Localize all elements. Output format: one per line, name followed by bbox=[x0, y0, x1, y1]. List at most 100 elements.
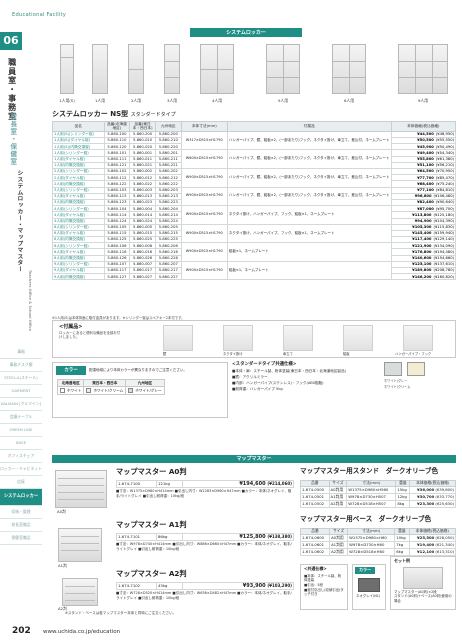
mapmaster-a1-notes: ■寸法：W978×D740×H414mm ■引出し内寸：W886×D660×H4… bbox=[116, 542, 292, 551]
price-tax: (¥21,340) bbox=[435, 541, 454, 547]
price-tax: (¥75,240) bbox=[435, 181, 454, 186]
color-heading: 配達地域により本体カラーが異なりますのでご注意ください。 bbox=[89, 368, 187, 372]
size-cell: W900×D515×H1790 bbox=[180, 223, 228, 244]
mapmaster-a1-title: マップマスター A1判 bbox=[116, 520, 187, 529]
side-nav-item[interactable]: 校長室備品 bbox=[0, 519, 42, 532]
top-strip: Educational Facility bbox=[0, 0, 462, 22]
product-price: ¥93,900 (¥103,290) bbox=[182, 582, 294, 590]
base-table-body: 1-674-0600 A0判用 W1375×D980×H60 10kg ¥25,500(… bbox=[299, 534, 457, 556]
side-nav-item[interactable]: 会議テーブル bbox=[0, 411, 42, 424]
code-cell: 5-860-213 bbox=[154, 192, 182, 200]
mapmaster-a2-notes: ■寸法：W728×D520×H414mm ■引出し内寸：W636×D482×H4… bbox=[116, 591, 292, 600]
gray-swatch bbox=[128, 388, 134, 394]
locker-image bbox=[332, 44, 366, 94]
code-cell: 5-860-005 bbox=[129, 223, 156, 231]
stand-title: マップマスター用スタンド ダークオリーブ色 bbox=[300, 467, 439, 475]
base-title: マップマスター用ベース ダークオリーブ色 bbox=[300, 515, 432, 523]
code-cell: 5-860-101 bbox=[103, 149, 131, 157]
code-cell: 5-860-014 bbox=[129, 211, 156, 219]
umbrella-stand-image bbox=[283, 325, 313, 351]
common-spec-line: ■鏡：アクリルミラー bbox=[232, 375, 268, 380]
price-value: ¥113,800 bbox=[412, 212, 432, 217]
price-tax: (¥104,390) bbox=[433, 218, 454, 223]
side-nav-item[interactable]: 保健室備品 bbox=[0, 532, 42, 545]
code-cell: 5-860-200 bbox=[129, 130, 156, 139]
model-title: システムロッカー NS型 スタンダードタイプ bbox=[52, 110, 176, 118]
side-nav-item[interactable]: 収納・整理 bbox=[0, 506, 42, 519]
base-table: 品番 サイズ 寸法(mm) 重量 本体価格(税込価格) 1-674-0600 A0… bbox=[299, 528, 457, 556]
side-nav-item[interactable]: GREEN LINE bbox=[0, 424, 42, 437]
locker-lineup: 1人用(S) 1人用 2人用 3人用 4人用 5人用 6人用 9人用 bbox=[52, 40, 456, 110]
side-nav-item[interactable]: BASE bbox=[0, 437, 42, 450]
side-nav-item-active[interactable]: システムロッカー bbox=[0, 489, 42, 506]
code-cell: 5-860-106 bbox=[103, 242, 131, 250]
price-value: ¥51,100 bbox=[417, 163, 434, 168]
base-wt-cell: 7kg bbox=[394, 541, 410, 549]
price-value: ¥121,900 bbox=[412, 243, 432, 248]
mapmaster-a0-label: A0判 bbox=[57, 509, 66, 514]
stand-code-cell: 1-674-0500 bbox=[300, 486, 330, 494]
price-tax: (¥125,180) bbox=[433, 212, 454, 217]
price-tax: (¥70,950) bbox=[435, 169, 454, 174]
code-cell: 5-860-126 bbox=[103, 254, 131, 262]
mapmaster-a2-title: マップマスター A2判 bbox=[116, 569, 187, 578]
side-nav-item[interactable]: GARMENT bbox=[0, 385, 42, 398]
price-value: ¥77,700 bbox=[417, 175, 434, 180]
price-cell: ¥146,200 (¥160,820) bbox=[390, 273, 457, 281]
accessory-caption: ネクタイ掛け bbox=[223, 352, 243, 356]
color-area-box: カラー 配達地域により本体カラーが異なりますのでご注意ください。 北海道地区 東… bbox=[52, 362, 228, 418]
accessory-cell: ネクタイ掛け、ハンガーパイプ、フック、銘板×1、ネームプレート bbox=[226, 223, 392, 244]
code-cell: 5-860-124 bbox=[103, 217, 131, 225]
code-cell: 5-860-115 bbox=[103, 229, 131, 238]
header-white-cream: 品番(東日本・西日本) bbox=[129, 121, 156, 132]
price-value: ¥140,600 bbox=[412, 256, 432, 260]
mirror-image bbox=[163, 325, 193, 351]
locker-table-body: 1人用(S)(シリンダー錠) 5-860-100 5-860-200 5-860-20… bbox=[52, 130, 457, 281]
footer-url[interactable]: www.uchida.co.jp/education bbox=[43, 629, 120, 636]
price-tax: (¥106,480) bbox=[433, 194, 454, 199]
mapmaster-a2-image bbox=[62, 578, 98, 606]
side-nav-item[interactable]: 事務 bbox=[0, 346, 42, 359]
header-size: 本体寸法(mm) bbox=[180, 121, 228, 132]
mapmaster-color-box: カラー ネオグレイ(N1) bbox=[352, 564, 386, 610]
price-tax: (¥56,210) bbox=[435, 163, 454, 168]
side-nav-item[interactable]: KALMAIN [クルマイン] bbox=[0, 398, 42, 411]
code-cell: 5-860-206 bbox=[154, 242, 182, 250]
chapter-number-tab[interactable]: 06 bbox=[0, 32, 22, 50]
accessory-cell: ネクタイ掛け、ハンガーパイプ、フック、銘板×1、ネームプレート bbox=[226, 205, 392, 225]
side-nav-item[interactable]: 応接 bbox=[0, 476, 42, 489]
code-cell: 5-860-203 bbox=[154, 186, 182, 194]
color-name: ホワイト/グレー bbox=[135, 388, 162, 393]
price-value: ¥68,400 bbox=[417, 181, 434, 186]
price-value: ¥146,200 bbox=[412, 274, 432, 279]
code-cell: 5-860-202 bbox=[154, 167, 182, 176]
stand-dim-cell: W728×D518×H507 bbox=[346, 500, 397, 508]
code-cell: 5-860-217 bbox=[154, 266, 182, 275]
base-size-cell: A0判用 bbox=[329, 534, 349, 542]
side-nav-item[interactable]: STEEL-A(スチール) bbox=[0, 372, 42, 385]
product-price: ¥194,600 (¥214,060) bbox=[182, 480, 294, 488]
stand-price-cell: ¥30,700(¥33,770) bbox=[409, 493, 456, 501]
price-value: ¥96,800 bbox=[414, 194, 432, 199]
price-tax: (¥138,380) bbox=[267, 534, 292, 539]
mapmaster-a0-image bbox=[55, 470, 107, 508]
section-title: システムロッカー・マップマスター bbox=[15, 170, 22, 273]
code-cell: 5-860-112 bbox=[103, 174, 131, 182]
side-nav-item[interactable]: ロッカー・キャビネット bbox=[0, 463, 42, 476]
tie-hanger-image bbox=[223, 325, 253, 351]
code-cell: 5-860-120 bbox=[103, 143, 131, 151]
code-cell: 5-860-211 bbox=[154, 155, 182, 163]
side-nav-item[interactable]: オフィスチェア bbox=[0, 450, 42, 463]
mapmaster-spec-title: <共通仕様> bbox=[304, 566, 327, 571]
locker-image bbox=[92, 44, 108, 94]
code-cell: 5-860-001 bbox=[129, 149, 156, 157]
price-value: ¥55,800 bbox=[417, 157, 434, 161]
accessory-cell: ハンガーパイプ、鏡、銘板×2、(一部あたり)フック、ネクタイ掛け、傘立て、差込付… bbox=[226, 186, 392, 207]
mapmaster-a2-table: 1-674-7102 43kg ¥93,900 (¥103,290) bbox=[116, 582, 294, 590]
side-nav-item[interactable]: 事務デスク類 bbox=[0, 359, 42, 372]
price-value: ¥87,000 bbox=[417, 206, 434, 211]
code-cell: 5-860-026 bbox=[129, 254, 156, 262]
stand-row: 1-674-0500 A0判用 W1375×D980×H560 15kg ¥36,000… bbox=[300, 486, 456, 494]
code-cell: 5-860-113 bbox=[103, 192, 131, 200]
code-cell: 5-860-006 bbox=[129, 242, 156, 250]
